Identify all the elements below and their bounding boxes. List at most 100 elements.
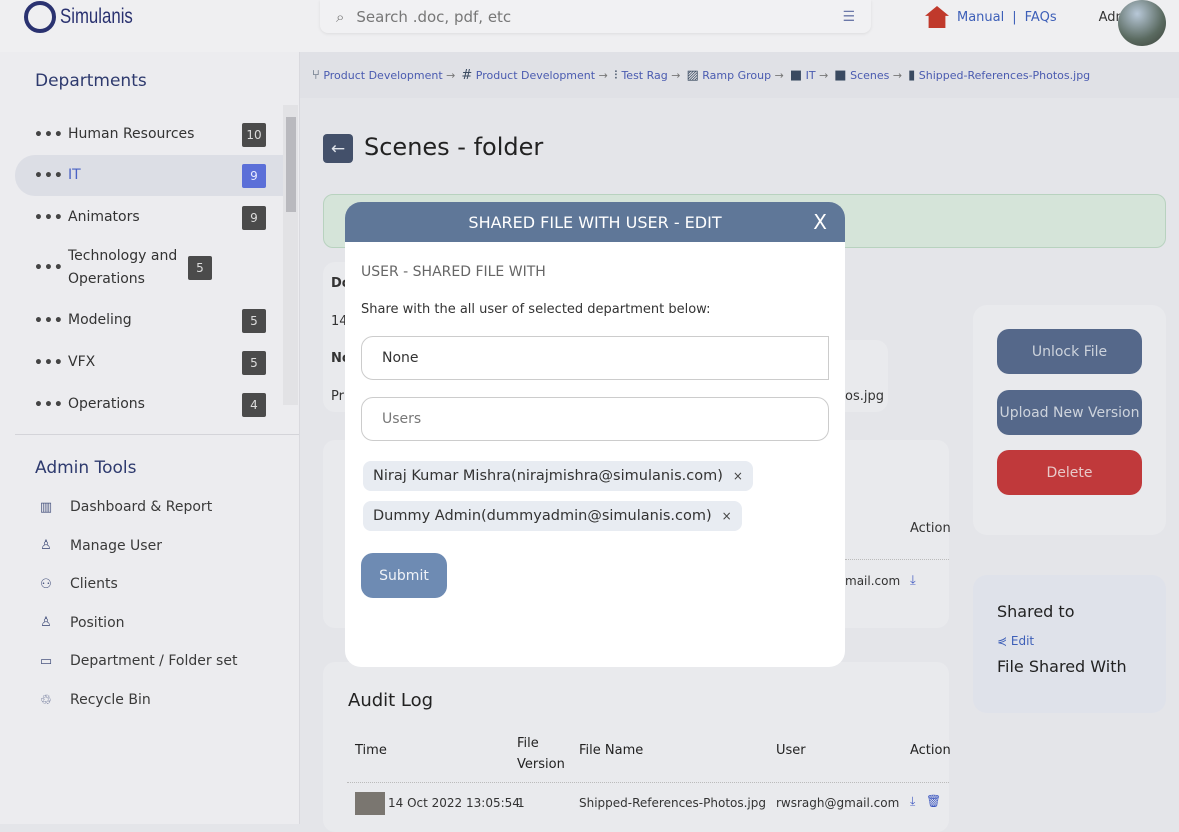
- unlock-file-button[interactable]: Unlock File: [997, 329, 1142, 374]
- breadcrumb-item[interactable]: ▮ Shipped-References-Photos.jpg: [908, 68, 1090, 83]
- breadcrumb-label: Scenes: [850, 68, 890, 82]
- arrow-icon: →: [671, 68, 681, 82]
- department-label: VFX: [68, 354, 96, 370]
- sidebar-item-tool[interactable]: ⚇ Clients: [38, 576, 118, 592]
- breadcrumb-label: Ramp Group: [702, 68, 772, 82]
- cell-time: 14 Oct 2022 13:05:54: [388, 796, 520, 810]
- sidebar-item-department[interactable]: ••• VFX 5: [15, 342, 283, 383]
- count-badge: 5: [242, 308, 266, 333]
- sidebar-item-tool[interactable]: ♙ Position: [38, 614, 125, 631]
- table-row: 14 Oct 2022 13:05:54 1 Shipped-Reference…: [323, 790, 949, 820]
- image-icon: ▨: [686, 67, 699, 83]
- avatar[interactable]: [1118, 0, 1166, 46]
- modal-header: SHARED FILE WITH USER - EDIT X: [345, 202, 845, 242]
- modal-description: Share with the all user of selected depa…: [361, 302, 711, 317]
- faqs-link[interactable]: FAQs: [1025, 10, 1057, 25]
- more-icon[interactable]: •••: [15, 355, 68, 371]
- count-badge: 4: [242, 392, 266, 417]
- more-icon[interactable]: •••: [15, 397, 68, 413]
- tree-icon: ⁝: [613, 67, 618, 83]
- download-icon[interactable]: ⤓: [910, 573, 916, 588]
- tool-label: Recycle Bin: [70, 692, 151, 708]
- breadcrumb-item[interactable]: ▨ Ramp Group →: [686, 68, 783, 83]
- fragment: os.jpg: [845, 389, 884, 404]
- sidebar-item-tool[interactable]: ♙ Manage User: [38, 538, 162, 554]
- sidebar: Departments ••• Human Resources 10 ••• IT 9 ••…: [0, 52, 300, 824]
- remove-chip-icon[interactable]: ×: [733, 469, 743, 483]
- sidebar-item-department[interactable]: ••• Technology and Operations 5: [15, 238, 283, 298]
- breadcrumb-label: Shipped-References-Photos.jpg: [918, 68, 1091, 82]
- remove-chip-icon[interactable]: ×: [722, 509, 732, 523]
- logo[interactable]: Simulanis: [24, 0, 151, 34]
- top-header: Simulanis ⌕ Search .doc, pdf, etc ☰ Manual…: [0, 0, 1179, 52]
- more-icon[interactable]: •••: [15, 168, 68, 184]
- manual-link[interactable]: Manual: [957, 10, 1004, 25]
- filter-icon[interactable]: ☰: [842, 9, 855, 25]
- users-input[interactable]: Users: [361, 397, 829, 441]
- scrollbar-thumb[interactable]: [286, 117, 296, 212]
- departments-title: Departments: [35, 71, 147, 91]
- sidebar-item-tool[interactable]: ▥ Dashboard & Report: [38, 499, 212, 515]
- trash-icon[interactable]: 🗑: [926, 794, 941, 808]
- arrow-icon: →: [598, 68, 608, 82]
- more-icon[interactable]: •••: [15, 210, 68, 226]
- audit-log-card: Audit Log Time File Version File Name Us…: [323, 662, 951, 832]
- department-label: Operations: [68, 396, 145, 412]
- logo-icon: [24, 1, 56, 33]
- home-icon[interactable]: [925, 6, 949, 28]
- user-chip: Dummy Admin(dummyadmin@simulanis.com) ×: [363, 501, 742, 531]
- separator: |: [1012, 9, 1017, 25]
- sidebar-item-tool[interactable]: ▭ Department / Folder set: [38, 653, 238, 669]
- search-icon: ⌕: [336, 7, 345, 26]
- share-modal: SHARED FILE WITH USER - EDIT X USER - SHA…: [345, 202, 845, 667]
- sidebar-item-department[interactable]: ••• Human Resources 10: [15, 114, 283, 155]
- col-version: File Version: [517, 736, 565, 772]
- department-label: Modeling: [68, 312, 132, 328]
- chart-icon: ▥: [39, 499, 53, 515]
- back-button[interactable]: ←: [323, 134, 353, 163]
- user-icon: ♙: [40, 538, 52, 554]
- breadcrumb-item[interactable]: ■ IT →: [790, 68, 828, 83]
- close-icon[interactable]: X: [813, 210, 827, 234]
- share-icon: ⋞: [997, 634, 1008, 648]
- sidebar-item-department[interactable]: ••• Modeling 5: [15, 300, 283, 341]
- sidebar-item-department[interactable]: ••• Animators 9: [15, 197, 283, 238]
- more-icon[interactable]: •••: [15, 260, 68, 276]
- download-icon[interactable]: ⤓: [910, 794, 915, 809]
- branch-icon: ⑂: [312, 67, 320, 83]
- breadcrumb: ⑂ Product Development → # Product Develop…: [300, 52, 1179, 98]
- breadcrumb-item[interactable]: ⁝ Test Rag →: [614, 68, 681, 83]
- count-badge: 9: [242, 163, 266, 188]
- sidebar-item-tool[interactable]: ♲ Recycle Bin: [38, 692, 151, 708]
- breadcrumb-item[interactable]: # Product Development →: [461, 68, 607, 83]
- thumbnail: [355, 792, 385, 815]
- delete-button[interactable]: Delete: [997, 450, 1142, 495]
- department-label: Animators: [68, 209, 140, 225]
- folder-icon: ■: [789, 67, 803, 83]
- tool-label: Position: [70, 614, 125, 631]
- upload-version-button[interactable]: Upload New Version: [997, 390, 1142, 435]
- department-label: IT: [68, 167, 81, 183]
- breadcrumb-label: IT: [805, 68, 816, 82]
- department-select[interactable]: None: [361, 336, 829, 380]
- edit-share-link[interactable]: ⋞ Edit: [997, 634, 1034, 648]
- more-icon[interactable]: •••: [15, 313, 68, 329]
- users-icon: ⚇: [40, 576, 52, 592]
- cell-user: rwsragh@gmail.com: [776, 796, 900, 810]
- breadcrumb-item[interactable]: ■ Scenes →: [834, 68, 902, 83]
- count-badge: 10: [242, 122, 266, 147]
- search-input[interactable]: ⌕ Search .doc, pdf, etc ☰: [320, 0, 871, 33]
- sidebar-item-department[interactable]: ••• IT 9: [15, 155, 283, 196]
- file-icon: ▮: [908, 67, 916, 83]
- count-badge: 5: [242, 350, 266, 375]
- shared-card: Shared to ⋞ Edit File Shared With: [973, 575, 1166, 713]
- sidebar-item-department[interactable]: ••• Operations 4: [15, 384, 283, 425]
- actions-card: Unlock File Upload New Version Delete: [973, 305, 1166, 535]
- count-badge: 9: [242, 205, 266, 230]
- sidebar-scrollbar[interactable]: [283, 105, 298, 405]
- tool-label: Manage User: [70, 537, 162, 554]
- tool-label: Dashboard & Report: [70, 499, 213, 515]
- more-icon[interactable]: •••: [15, 127, 68, 143]
- submit-button[interactable]: Submit: [361, 553, 447, 598]
- breadcrumb-item[interactable]: ⑂ Product Development →: [312, 68, 455, 83]
